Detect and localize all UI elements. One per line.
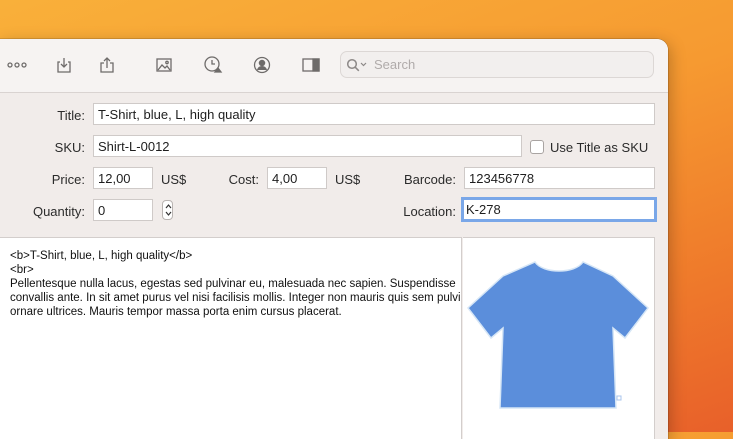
search-input[interactable]	[372, 56, 636, 73]
import-icon[interactable]	[52, 54, 76, 76]
quantity-stepper[interactable]	[162, 200, 173, 220]
description-line: <br>	[10, 264, 34, 276]
toolbar	[0, 39, 668, 93]
history-icon[interactable]	[201, 54, 225, 76]
title-field[interactable]	[93, 103, 655, 125]
image-icon[interactable]	[152, 54, 176, 76]
description-editor[interactable]: <b>T-Shirt, blue, L, high quality</b> <b…	[0, 237, 462, 439]
cost-label: Cost:	[228, 172, 259, 187]
price-label: Price:	[51, 172, 85, 187]
barcode-label: Barcode:	[403, 172, 456, 187]
cost-currency: US$	[335, 172, 361, 187]
sku-field[interactable]	[93, 135, 522, 157]
app-window: Title: SKU: Use Title as SKU Price: US$ …	[0, 39, 668, 439]
sku-label: SKU:	[54, 140, 85, 155]
use-title-as-sku-checkbox[interactable]	[530, 140, 544, 154]
search-field[interactable]	[340, 51, 654, 78]
product-image-well[interactable]	[463, 237, 655, 439]
share-icon[interactable]	[95, 54, 119, 76]
cost-field[interactable]	[267, 167, 327, 189]
title-label: Title:	[57, 108, 85, 123]
price-field[interactable]	[93, 167, 153, 189]
location-label: Location:	[403, 204, 456, 219]
stepper-arrows-icon	[165, 204, 172, 216]
more-icon[interactable]	[5, 54, 29, 76]
use-title-as-sku-label: Use Title as SKU	[550, 140, 649, 155]
description-line: ornare ultrices. Mauris tempor massa por…	[10, 306, 342, 318]
description-line: Pellentesque nulla lacus, egestas sed pu…	[10, 278, 456, 290]
search-icon	[346, 58, 367, 71]
account-icon[interactable]	[250, 54, 274, 76]
description-line: <b>T-Shirt, blue, L, high quality</b>	[10, 250, 193, 262]
quantity-field[interactable]	[93, 199, 153, 221]
location-field[interactable]	[461, 197, 657, 222]
sidebar-toggle-icon[interactable]	[299, 54, 323, 76]
tshirt-image	[466, 261, 650, 409]
barcode-field[interactable]	[464, 167, 655, 189]
description-line: convallis ante. In sit amet purus vel ni…	[10, 292, 462, 304]
price-currency: US$	[161, 172, 187, 187]
quantity-label: Quantity:	[32, 204, 85, 219]
